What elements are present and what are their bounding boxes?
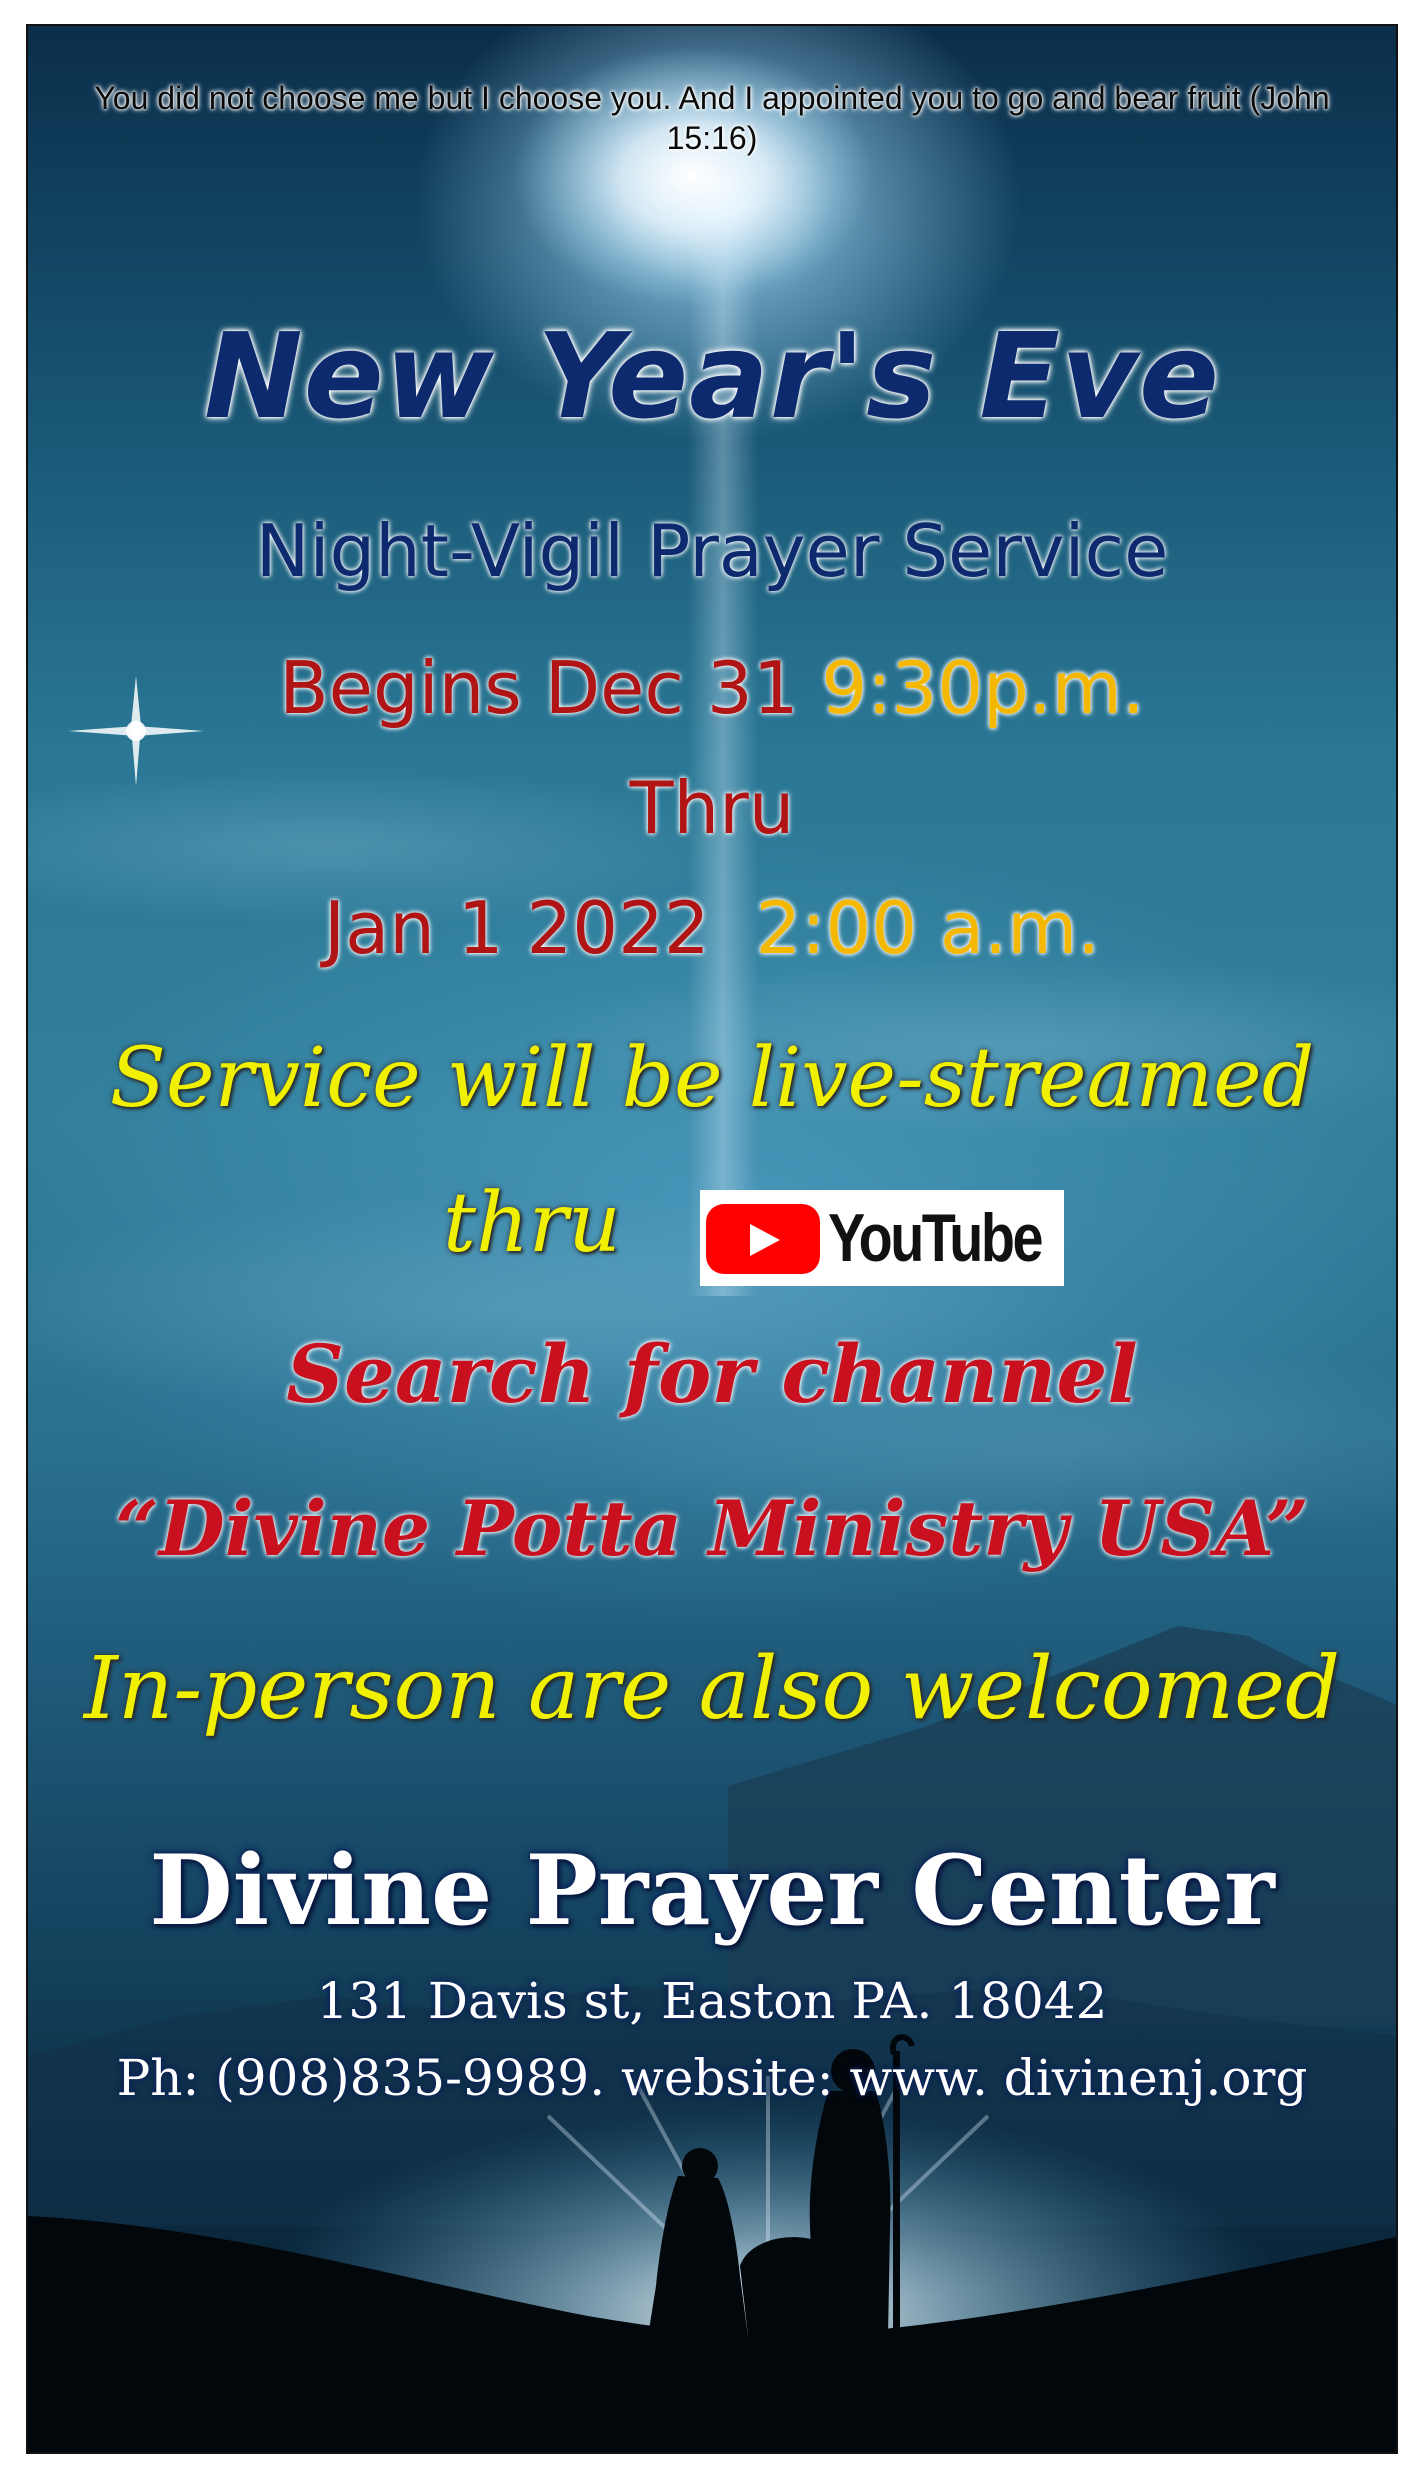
event-flyer: You did not choose me but I choose you. …	[26, 24, 1398, 2454]
start-time-line: Begins Dec 31 9:30p.m.	[28, 646, 1396, 730]
search-instruction: Search for channel	[286, 1327, 1138, 1421]
thru-word: thru	[443, 1176, 621, 1271]
end-time-line: Jan 1 2022 2:00 a.m.	[28, 886, 1396, 970]
in-person-notice: In-person are also welcomed	[83, 1639, 1341, 1739]
end-time: 2:00 a.m.	[755, 886, 1101, 970]
youtube-badge: YouTube	[700, 1190, 1064, 1286]
center-address: 131 Davis st, Easton PA. 18042	[316, 1972, 1108, 2030]
start-time: 9:30p.m.	[821, 646, 1145, 730]
channel-name: “Divine Potta Ministry USA”	[115, 1484, 1309, 1573]
center-name: Divine Prayer Center	[149, 1834, 1275, 1947]
event-subtitle: Night-Vigil Prayer Service	[255, 509, 1169, 593]
livestream-notice: Service will be live-streamed	[109, 1031, 1315, 1126]
start-date: Begins Dec 31	[279, 646, 799, 730]
center-contact: Ph: (908)835-9989. website: www. divinen…	[116, 2049, 1308, 2107]
play-icon	[750, 1224, 780, 1256]
page-title: New Year's Eve	[204, 307, 1220, 445]
youtube-line: thru YouTube	[28, 1176, 1396, 1286]
thru-label: Thru	[629, 766, 795, 850]
youtube-wordmark: YouTube	[828, 1200, 1043, 1276]
youtube-logo-icon	[706, 1204, 820, 1274]
scripture-verse: You did not choose me but I choose you. …	[94, 80, 1330, 156]
end-date: Jan 1 2022	[323, 886, 710, 970]
